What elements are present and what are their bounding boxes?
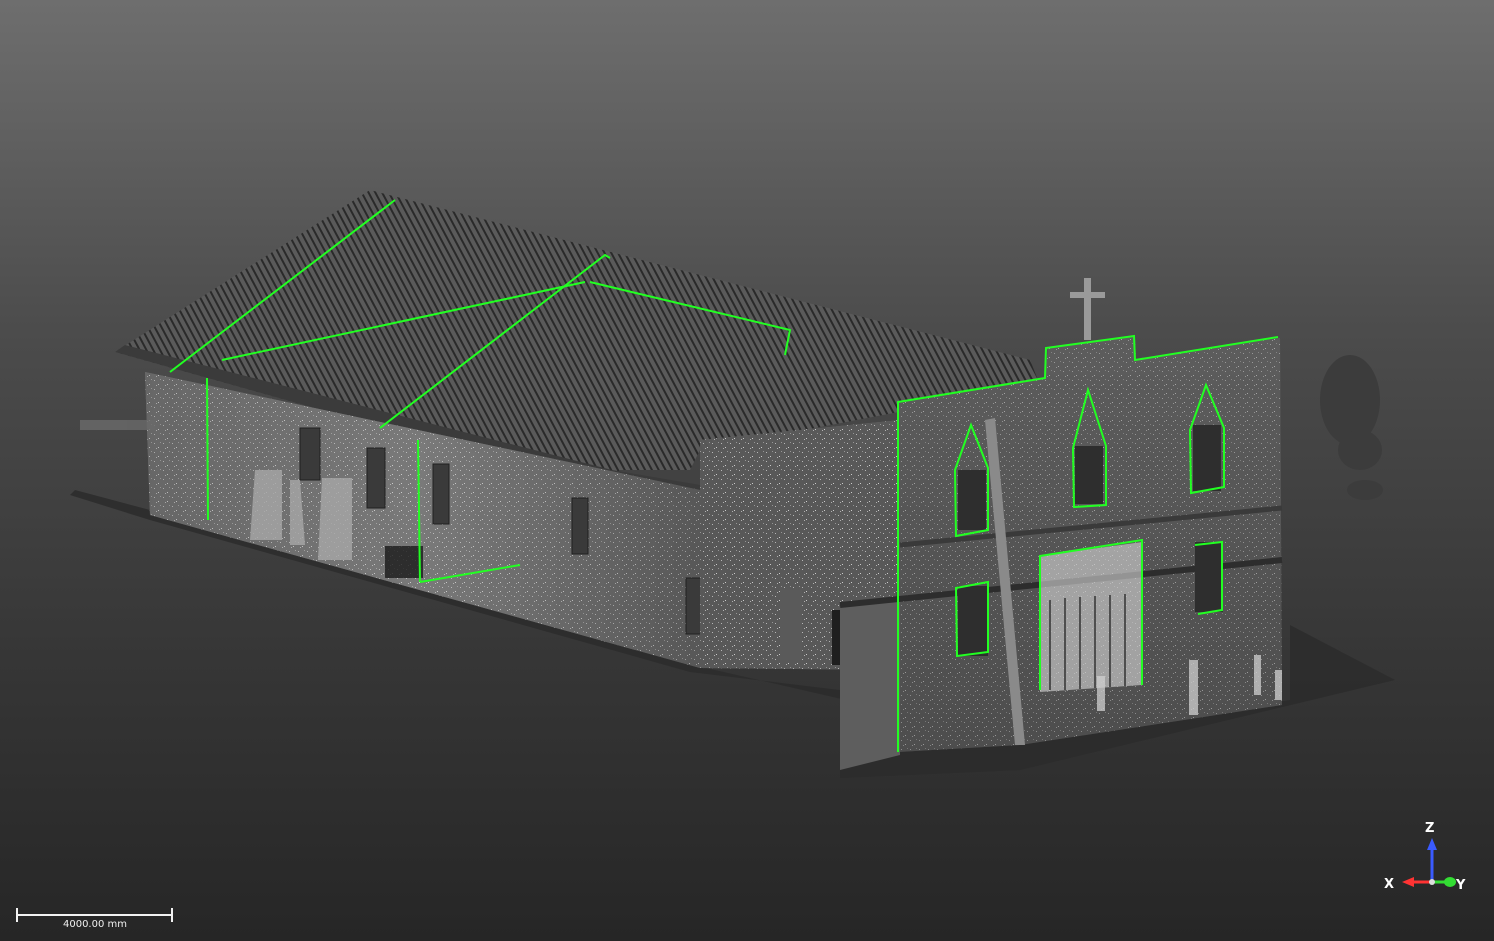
facade-gate — [1040, 542, 1142, 692]
scale-bar: 4000.00 mm — [14, 906, 176, 936]
scale-bar-label: 4000.00 mm — [62, 919, 127, 930]
tree — [1320, 355, 1383, 500]
axis-z-label: Z — [1425, 821, 1435, 836]
scale-bar-line — [16, 914, 173, 916]
point-cloud-scene[interactable] — [0, 0, 1494, 941]
axis-triad[interactable]: Z X Y — [1380, 818, 1476, 900]
3d-viewport[interactable]: 4000.00 mm Z X Y — [0, 0, 1494, 941]
axis-y-label: Y — [1456, 878, 1466, 893]
cross — [1070, 278, 1105, 340]
facade-base — [840, 600, 900, 770]
middle-door — [780, 590, 802, 660]
axis-x-label: X — [1384, 877, 1395, 892]
